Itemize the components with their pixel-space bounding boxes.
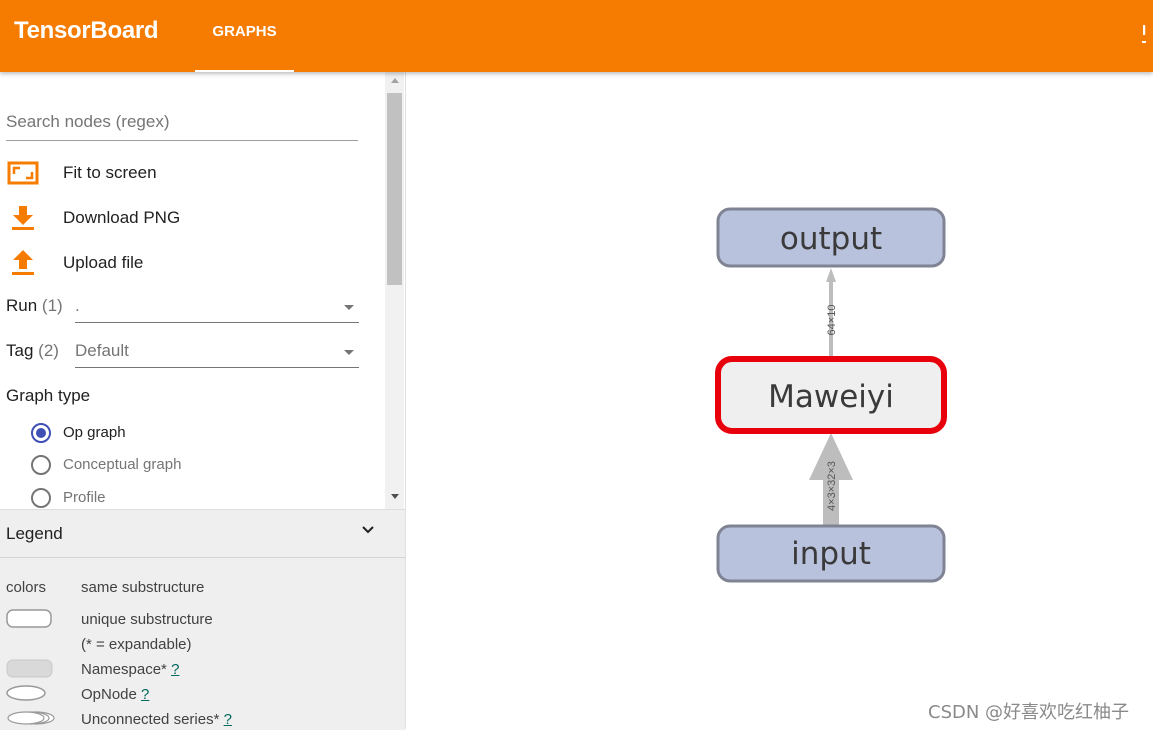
- upload-file-label: Upload file: [63, 253, 144, 272]
- legend-expandable-note: (* = expandable): [81, 636, 192, 653]
- legend-panel: Legend colors same substructure unique s…: [0, 509, 405, 730]
- download-icon: [12, 206, 34, 230]
- graph-node-output[interactable]: output: [716, 207, 946, 268]
- legend-namespace-item: Namespace* ?: [81, 661, 180, 678]
- unconnected-series-swatch-icon: [7, 711, 55, 725]
- node-label-output: output: [780, 221, 882, 257]
- legend-colors-row: colors same substructure: [6, 577, 386, 599]
- sidebar-controls: Search nodes (regex) Fit to screen Downl…: [0, 72, 384, 509]
- dropdown-arrow-icon: [344, 305, 354, 310]
- watermark-text: CSDN @好喜欢吃红柚子: [928, 702, 1130, 723]
- graph-node-maweiyi[interactable]: Maweiyi: [715, 356, 947, 434]
- radio-selected-icon: [31, 423, 51, 443]
- fit-to-screen-icon: [7, 161, 39, 185]
- legend-opnode-row: OpNode ?: [6, 684, 386, 706]
- upload-icon: [12, 250, 34, 275]
- run-selector-row: Run (1) .: [6, 290, 359, 324]
- legend-colors-label: colors: [6, 579, 47, 596]
- opnode-help-link[interactable]: ?: [141, 686, 149, 703]
- opnode-swatch-icon: [6, 685, 46, 701]
- graph-node-input[interactable]: input: [716, 524, 946, 583]
- sidebar-scrollbar[interactable]: [385, 72, 404, 509]
- legend-unconnected-item: Unconnected series* ?: [81, 711, 232, 728]
- tag-selector-row: Tag (2) Default: [6, 335, 359, 369]
- legend-unique-substructure: unique substructure: [81, 611, 213, 628]
- tag-label: Tag (2): [6, 341, 59, 360]
- top-right-truncated-menu[interactable]: I: [1142, 22, 1147, 43]
- scrollbar-thumb[interactable]: [387, 93, 402, 285]
- radio-unselected-icon: [31, 488, 51, 508]
- tab-graphs-label: GRAPHS: [212, 23, 277, 40]
- legend-namespace-row: Namespace* ?: [6, 659, 386, 681]
- upload-file-button[interactable]: Upload file: [6, 247, 346, 279]
- fit-to-screen-label: Fit to screen: [63, 163, 157, 182]
- legend-unique-row: unique substructure: [6, 609, 386, 631]
- graph-svg[interactable]: 64×10 4×3×32×3 output Maweiyi input: [406, 72, 1153, 729]
- radio-op-graph[interactable]: Op graph: [31, 422, 331, 446]
- namespace-help-link[interactable]: ?: [171, 661, 179, 678]
- run-label: Run (1): [6, 296, 63, 315]
- legend-expandable-row: (* = expandable): [6, 634, 386, 656]
- scroll-down-arrow-icon[interactable]: [391, 494, 399, 499]
- radio-unselected-icon: [31, 455, 51, 475]
- node-label-maweiyi: Maweiyi: [768, 379, 894, 415]
- chevron-down-icon[interactable]: [361, 523, 375, 537]
- unique-substructure-swatch-icon: [6, 609, 52, 628]
- legend-same-substructure: same substructure: [81, 579, 205, 596]
- legend-unconnected-row: Unconnected series* ?: [6, 709, 386, 731]
- radio-conceptual-graph[interactable]: Conceptual graph: [31, 454, 331, 478]
- download-png-label: Download PNG: [63, 208, 181, 227]
- run-count: (1): [41, 296, 63, 315]
- radio-conceptual-graph-label: Conceptual graph: [63, 456, 182, 473]
- legend-opnode-item: OpNode ?: [81, 686, 150, 703]
- tag-dropdown[interactable]: Default: [75, 335, 359, 368]
- edge-shape-label-output: 64×10: [826, 305, 838, 336]
- unconnected-help-link[interactable]: ?: [224, 711, 232, 728]
- graph-type-title: Graph type: [6, 386, 91, 405]
- namespace-swatch-icon: [6, 659, 53, 678]
- legend-header[interactable]: Legend: [0, 510, 405, 558]
- tag-count: (2): [38, 341, 59, 360]
- radio-op-graph-label: Op graph: [63, 424, 126, 441]
- top-app-bar: TensorBoard GRAPHS I: [0, 0, 1153, 72]
- run-value: .: [75, 296, 80, 315]
- legend-title: Legend: [6, 524, 63, 543]
- node-label-input: input: [791, 536, 871, 572]
- search-nodes-input[interactable]: Search nodes (regex): [6, 110, 358, 141]
- download-png-button[interactable]: Download PNG: [6, 202, 346, 234]
- sidebar: Search nodes (regex) Fit to screen Downl…: [0, 72, 406, 730]
- dropdown-arrow-icon: [344, 350, 354, 355]
- brand-title: TensorBoard: [14, 17, 159, 44]
- run-dropdown[interactable]: .: [75, 290, 359, 323]
- active-tab-indicator: [195, 70, 294, 72]
- edge-shape-label-input: 4×3×32×3: [826, 461, 838, 511]
- scroll-up-arrow-icon[interactable]: [391, 78, 399, 83]
- radio-profile[interactable]: Profile: [31, 487, 331, 509]
- graph-canvas[interactable]: 64×10 4×3×32×3 output Maweiyi input: [406, 72, 1153, 729]
- edge-input-to-maweiyi[interactable]: 4×3×32×3: [809, 433, 853, 526]
- edge-maweiyi-to-output[interactable]: 64×10: [826, 268, 838, 356]
- fit-to-screen-button[interactable]: Fit to screen: [6, 157, 346, 189]
- tag-value: Default: [75, 341, 129, 360]
- tab-graphs[interactable]: GRAPHS: [195, 0, 294, 72]
- radio-profile-label: Profile: [63, 489, 106, 506]
